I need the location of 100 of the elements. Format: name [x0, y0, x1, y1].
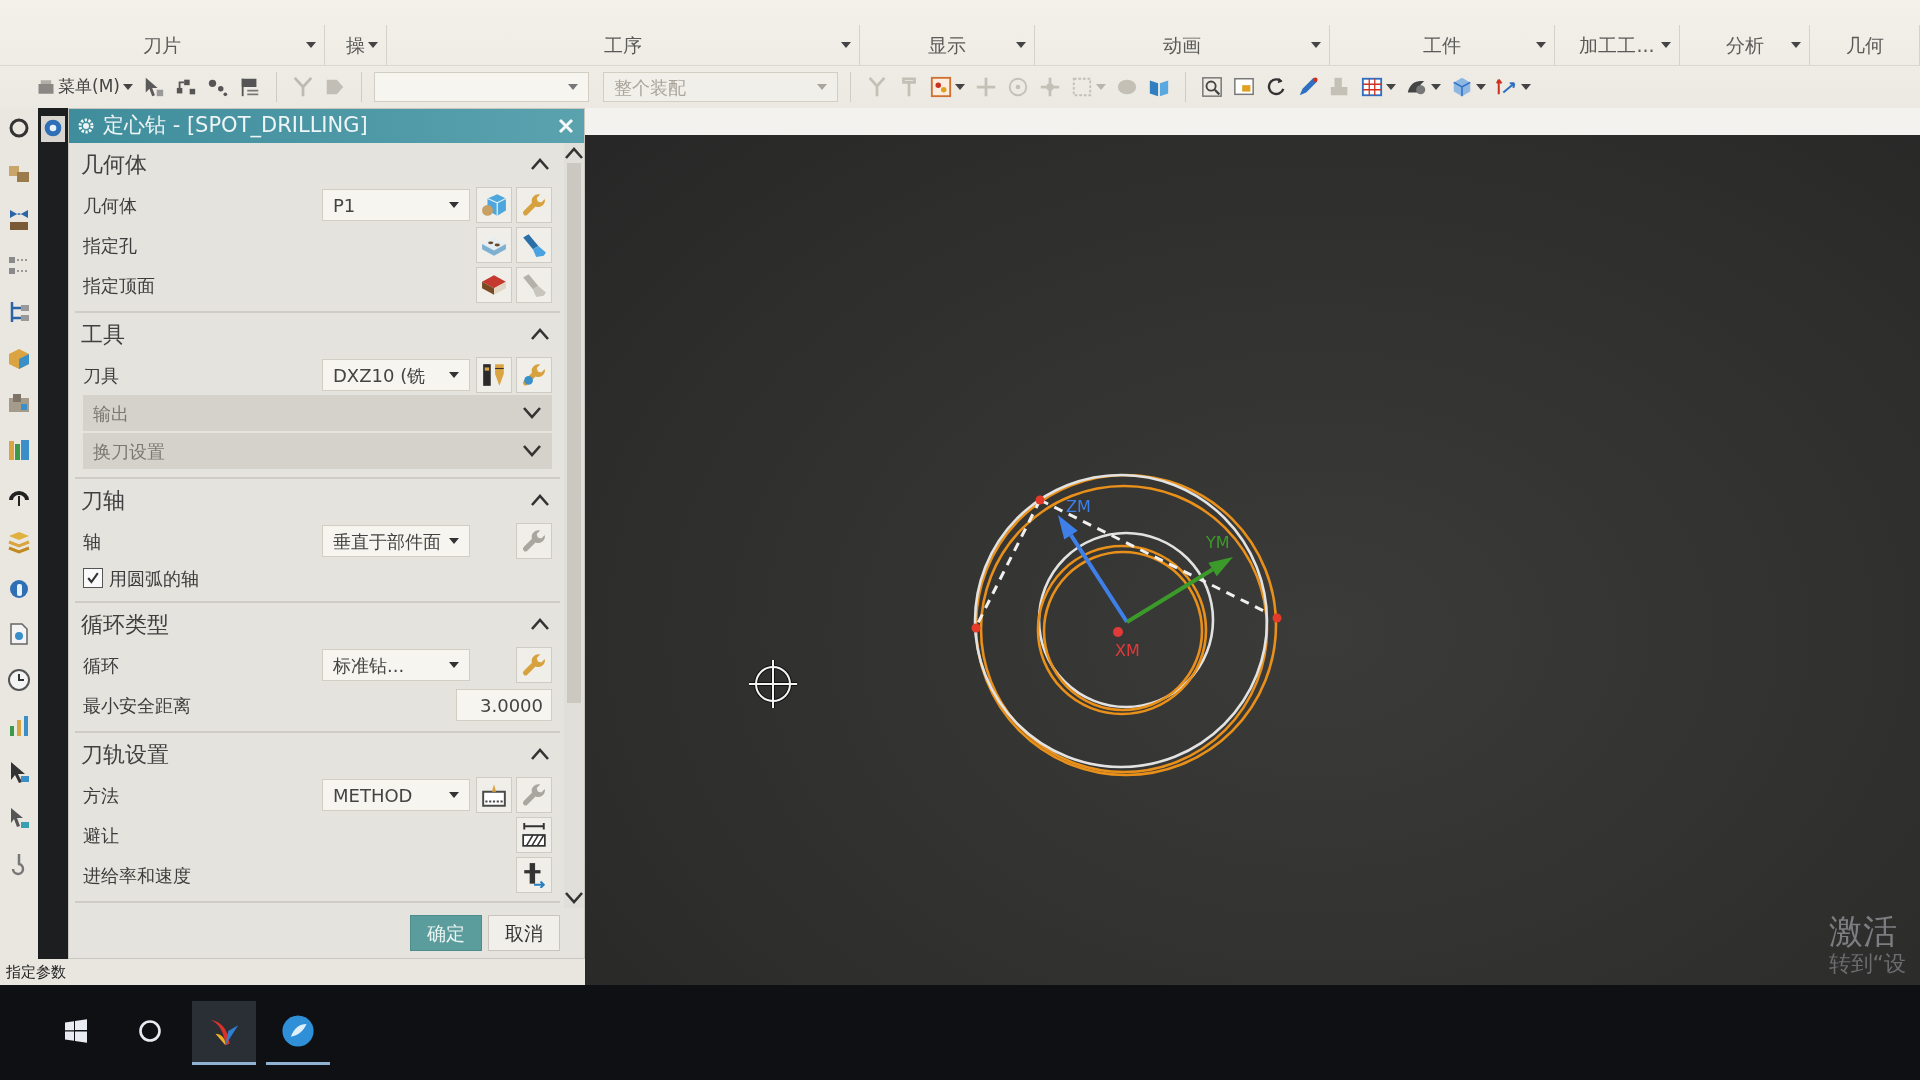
ribbon-group-button[interactable]: 几何: [1818, 30, 1911, 60]
field-label: 指定孔: [83, 233, 137, 258]
start-icon: [64, 1019, 88, 1043]
circle-icon: [7, 116, 31, 140]
checkbox[interactable]: [83, 568, 103, 588]
caret-icon: [1475, 84, 1486, 90]
caret-icon: [1385, 84, 1396, 90]
stack-tab[interactable]: [7, 530, 31, 554]
books-tab[interactable]: [7, 438, 31, 462]
caret-icon: [1095, 84, 1106, 90]
caret-icon: [449, 538, 459, 544]
wrench-icon: [521, 782, 547, 808]
point-marker: [1272, 613, 1282, 623]
cross-arrow-button[interactable]: [516, 857, 552, 893]
section-header[interactable]: 几何体: [75, 143, 560, 185]
field-label: 指定顶面: [83, 273, 155, 298]
slab-button[interactable]: [476, 267, 512, 303]
field-label: 最小安全距离: [83, 693, 191, 718]
chevron-up-icon: [564, 147, 584, 159]
points-icon: [929, 76, 952, 98]
flashlight-button[interactable]: [516, 227, 552, 263]
field-label: 进给率和速度: [83, 863, 191, 888]
axis-label: XM: [1115, 641, 1140, 660]
ribbon-group-button[interactable]: 加工工...: [1563, 30, 1671, 60]
books-icon: [7, 438, 31, 462]
ribbon-group-button[interactable]: 工件: [1338, 30, 1546, 60]
section-header[interactable]: 刀轨设置: [75, 733, 560, 775]
chart-icon: [7, 714, 31, 738]
page-tab[interactable]: [7, 622, 31, 646]
status-text: 指定参数: [6, 961, 66, 983]
gear-icon: [77, 117, 95, 135]
square-icon: [1070, 76, 1093, 98]
caret-icon: [122, 84, 133, 90]
scroll-thumb[interactable]: [567, 163, 581, 703]
field-label: 轴: [83, 529, 101, 554]
bowtie-icon: [7, 208, 31, 232]
wrench-icon: [521, 528, 547, 554]
ribbon-group-button[interactable]: 操: [333, 30, 378, 60]
checkbox-label[interactable]: 用圆弧的轴: [109, 564, 199, 592]
clock-icon: [7, 668, 31, 692]
tool-holder-icon: [481, 362, 507, 388]
caret-icon: [1430, 84, 1441, 90]
ribbon-group-button[interactable]: 工序: [395, 30, 851, 60]
caret-icon: [449, 202, 459, 208]
menu-button[interactable]: 菜单(M): [34, 71, 136, 103]
hatched-bar-button[interactable]: [516, 817, 552, 853]
number-field[interactable]: 3.0000: [456, 689, 552, 721]
chevron-down-icon: [564, 892, 584, 904]
dropdown-field[interactable]: 标准钻...: [322, 649, 470, 681]
navigator-tab[interactable]: [41, 116, 65, 142]
box-tab[interactable]: [7, 346, 31, 370]
ribbon-group-button[interactable]: 显示: [868, 30, 1026, 60]
activation-text: 转到“设: [1828, 950, 1906, 977]
dialog-title: 定心钻 - [SPOT_DRILLING]: [103, 112, 368, 140]
dropdown-field[interactable]: P1: [322, 189, 470, 221]
field-label: 循环: [83, 653, 119, 678]
section-header[interactable]: 循环类型: [75, 603, 560, 645]
caret-icon: [1520, 84, 1531, 90]
caret-icon: [449, 662, 459, 668]
wrench-icon: [521, 652, 547, 678]
point-marker: [971, 623, 981, 633]
cross-arrow-icon: [521, 862, 547, 888]
field-label: 刀具: [83, 363, 119, 388]
tool-holder-button[interactable]: [476, 357, 512, 393]
caret-icon: [449, 792, 459, 798]
cancel-button[interactable]: 取消: [488, 914, 560, 952]
drawer-icon: [37, 78, 55, 96]
dropdown-field[interactable]: DXZ10 (铣: [322, 359, 470, 391]
section-header[interactable]: 工具: [75, 313, 560, 355]
ribbon-group-button[interactable]: 刀片: [8, 30, 316, 60]
page-icon: [7, 622, 31, 646]
circle-tab[interactable]: [7, 116, 31, 140]
section-header[interactable]: 刀轴: [75, 479, 560, 521]
cube-icon: [481, 192, 507, 218]
hatched-bar-icon: [521, 822, 547, 848]
chart-tab[interactable]: [7, 714, 31, 738]
target-icon: [1006, 76, 1029, 98]
tray-button[interactable]: [476, 777, 512, 813]
disc-icon: [43, 118, 63, 138]
scrollbar[interactable]: [564, 143, 584, 908]
wrench-icon: [521, 192, 547, 218]
point-marker: [1035, 495, 1045, 505]
clock-tab[interactable]: [7, 668, 31, 692]
ribbon-group-button[interactable]: 分析: [1688, 30, 1801, 60]
stack-icon: [7, 530, 31, 554]
taskbar-app[interactable]: [192, 1000, 256, 1065]
grid-icon: [1360, 76, 1383, 98]
field-label: 方法: [83, 783, 119, 808]
ribbon-group-button[interactable]: 动画: [1043, 30, 1321, 60]
activation-title: 激活: [1828, 913, 1897, 951]
caret-icon: [567, 84, 578, 90]
caret-icon: [954, 84, 965, 90]
bowtie-tab[interactable]: [7, 208, 31, 232]
dropdown-field[interactable]: 垂直于部件面: [322, 525, 470, 557]
close-button[interactable]: [556, 116, 576, 136]
crosshair-icon: [747, 658, 799, 710]
dropdown-field[interactable]: METHOD: [322, 779, 470, 811]
caret-icon: [449, 372, 459, 378]
close-icon: [558, 118, 574, 134]
field-label: 避让: [83, 823, 119, 848]
